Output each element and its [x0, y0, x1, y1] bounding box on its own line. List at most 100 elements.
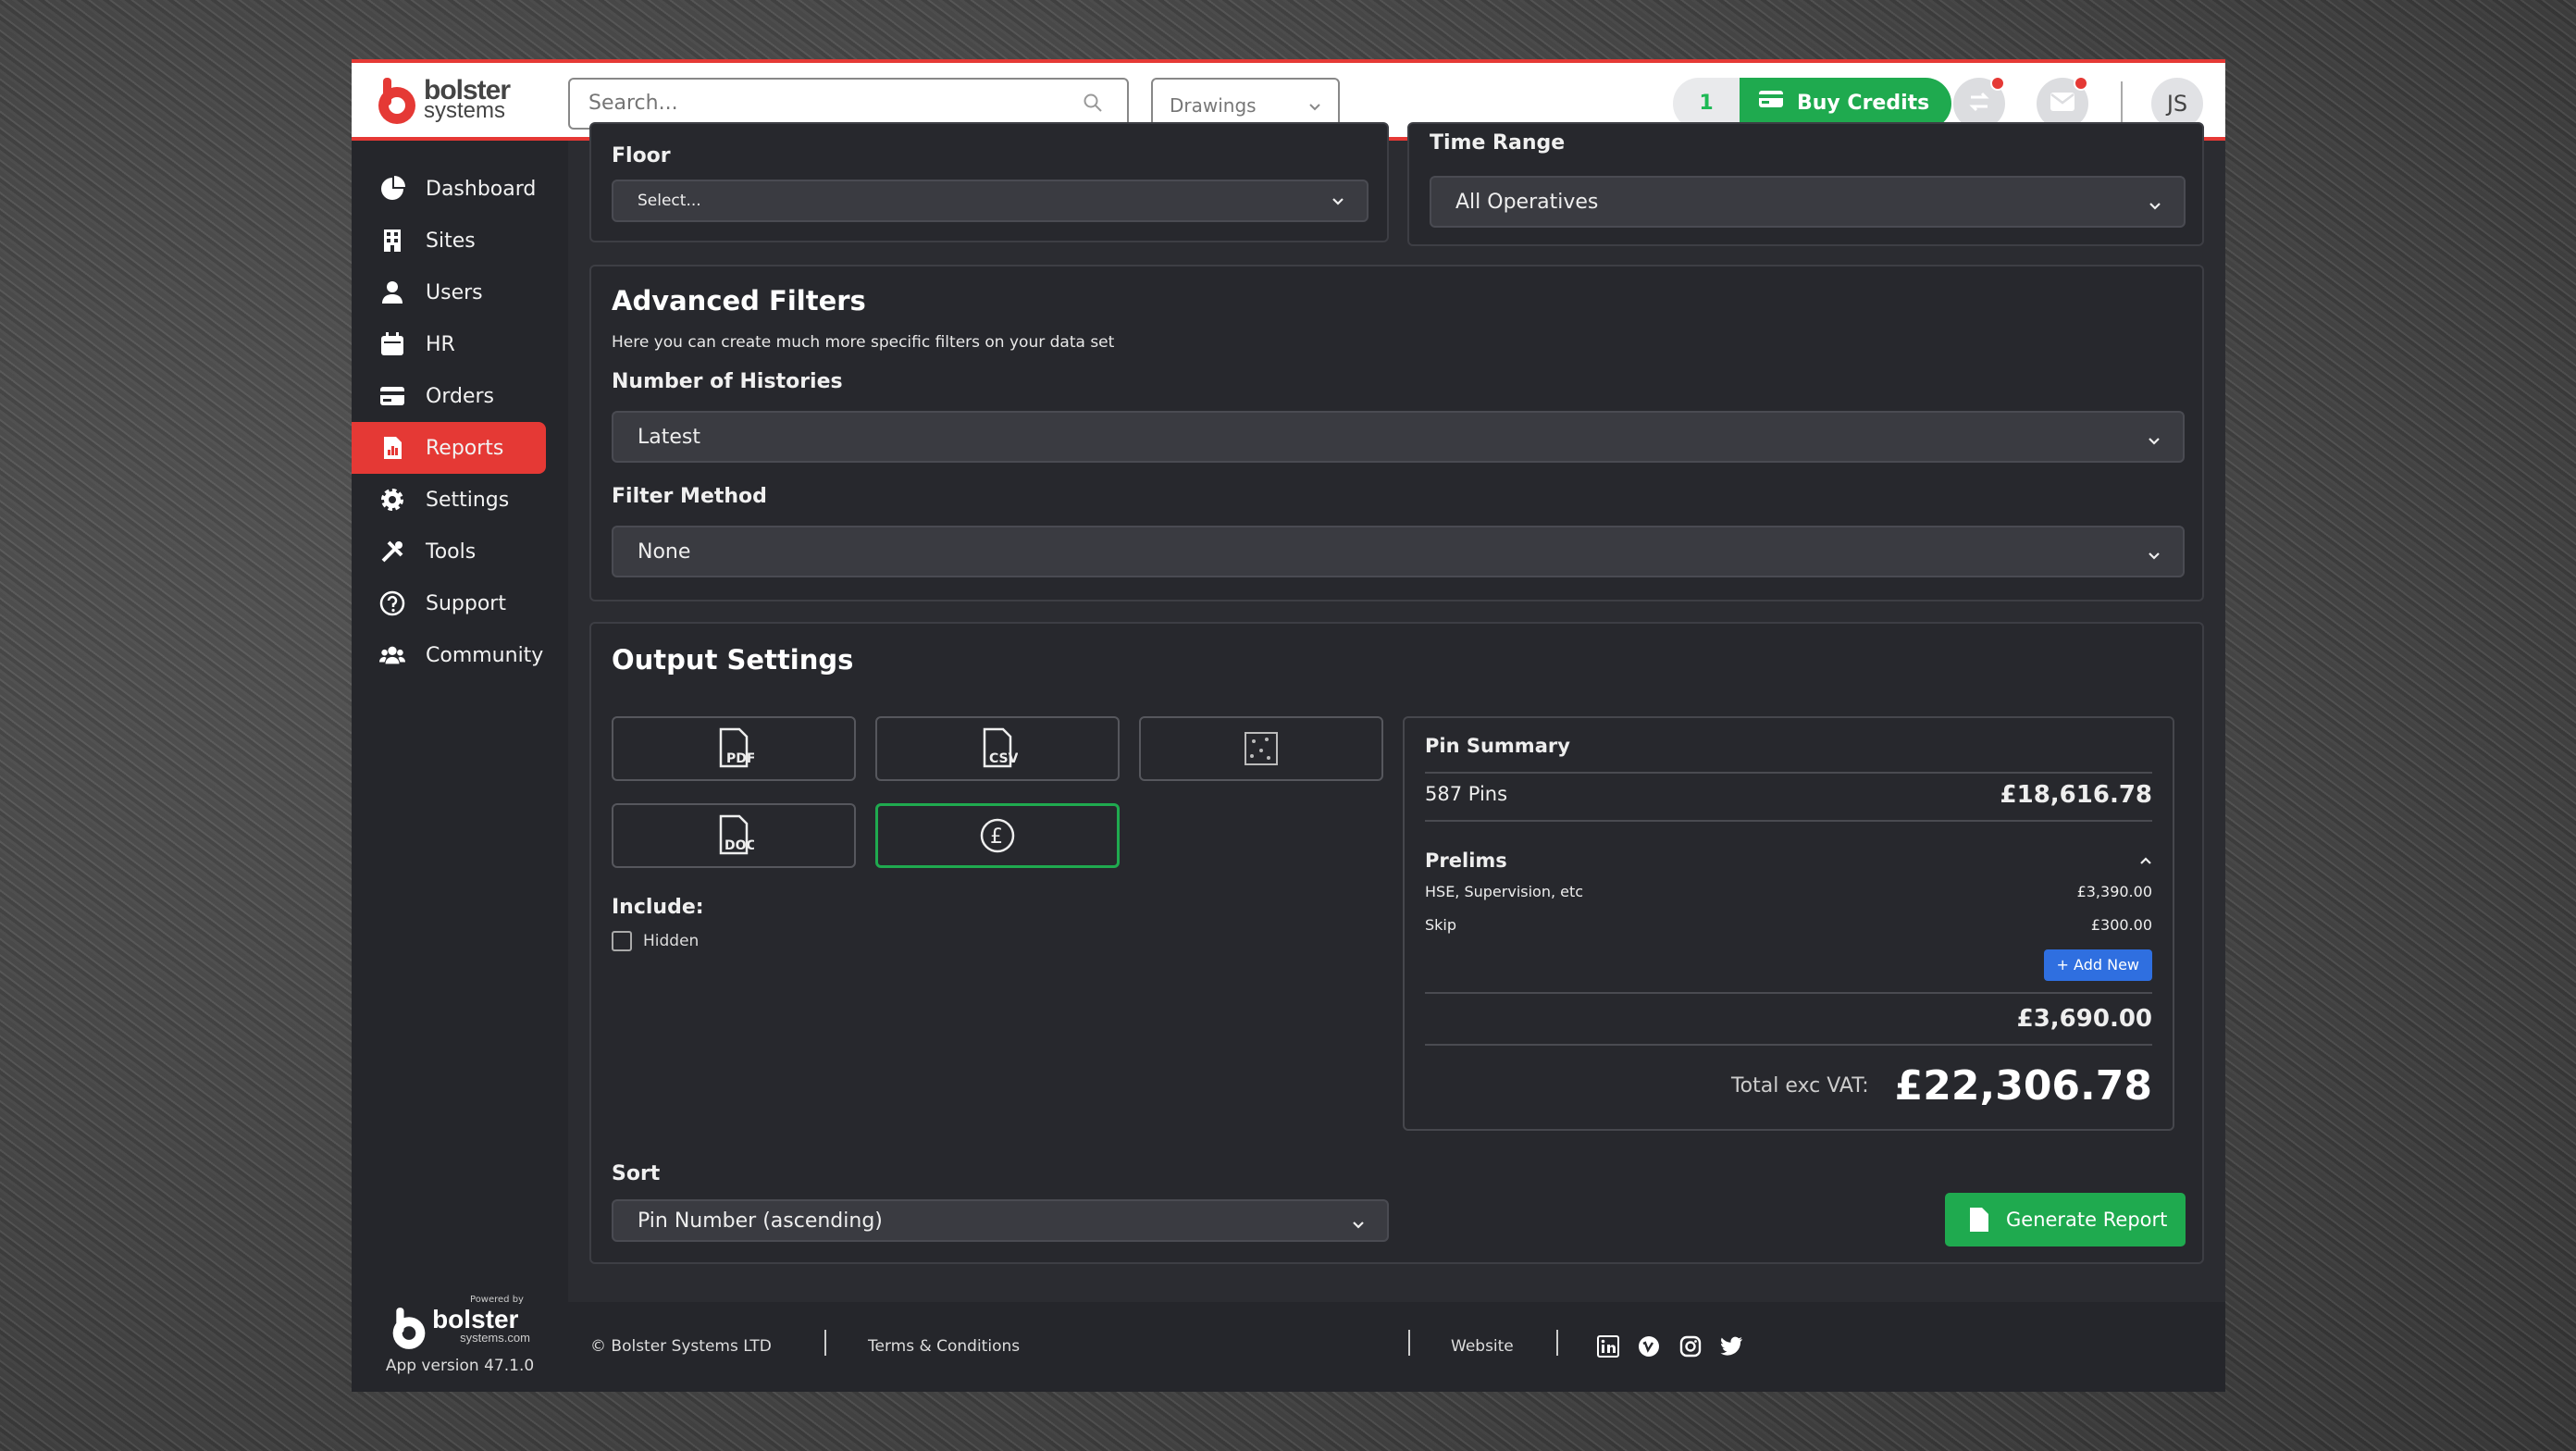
hidden-checkbox-label: Hidden [643, 932, 700, 950]
sidebar-item-support[interactable]: Support [352, 577, 546, 629]
instagram-icon[interactable] [1679, 1335, 1702, 1362]
powered-domain: systems.com [460, 1331, 530, 1345]
footer: © Bolster Systems LTD Terms & Conditions… [568, 1302, 2225, 1392]
powered-by: Powered by bolster systems.com App versi… [352, 1295, 568, 1375]
sidebar-item-community[interactable]: Community [352, 629, 546, 681]
powered-by-label: Powered by [470, 1295, 524, 1305]
advanced-filters-title: Advanced Filters [612, 285, 866, 316]
chevron-up-icon[interactable] [1425, 853, 2152, 871]
footer-copyright: © Bolster Systems LTD [590, 1337, 772, 1356]
sidebar-item-dashboard[interactable]: Dashboard [352, 163, 546, 215]
format-pricing-button[interactable]: £ [875, 803, 1120, 868]
divider [1425, 772, 2152, 774]
sidebar-item-reports[interactable]: Reports [352, 422, 546, 474]
powered-name: bolster [432, 1305, 519, 1333]
sidebar: Dashboard Sites Users HR Orders Reports … [352, 141, 568, 1392]
pdf-format-label: PDF [726, 751, 754, 766]
filter-method-select-value: None [638, 539, 691, 564]
output-settings-card: Output Settings PDF CSV DOC £ Include: H… [589, 622, 2204, 1264]
linkedin-icon[interactable] [1597, 1335, 1619, 1362]
sort-select-value: Pin Number (ascending) [638, 1209, 883, 1233]
notification-dot [1990, 76, 2005, 91]
sidebar-item-tools[interactable]: Tools [352, 526, 546, 577]
search-input[interactable] [570, 80, 1051, 126]
sidebar-item-label: Sites [426, 229, 476, 253]
format-doc-button[interactable]: DOC [612, 803, 856, 868]
drawings-dropdown-value: Drawings [1170, 94, 1257, 117]
bolster-logo-icon [376, 76, 418, 126]
doc-format-label: DOC [724, 838, 754, 853]
website-link[interactable]: Website [1451, 1337, 1514, 1356]
divider [1556, 1330, 1558, 1356]
chevron-down-icon [1308, 96, 1321, 118]
sidebar-item-sites[interactable]: Sites [352, 215, 546, 267]
twitter-icon[interactable] [1720, 1335, 1744, 1362]
divider [1425, 820, 2152, 822]
building-icon [384, 229, 401, 252]
pdf-file-icon: PDF [719, 727, 754, 768]
sidebar-item-label: HR [426, 332, 455, 356]
sidebar-item-label: Support [426, 591, 506, 615]
transfer-icon [1965, 88, 1993, 119]
divider [824, 1330, 826, 1356]
format-pdf-button[interactable]: PDF [612, 716, 856, 781]
pie-chart-icon [381, 176, 405, 200]
pin-summary-title: Pin Summary [1425, 735, 1570, 757]
chevron-down-icon [2148, 545, 2161, 568]
include-label: Include: [612, 896, 704, 919]
app-window: bolster systems Drawings 1 Buy Credits J… [352, 59, 2225, 1392]
sort-select[interactable]: Pin Number (ascending) [612, 1199, 1389, 1242]
report-icon [384, 437, 402, 459]
divider [2121, 81, 2123, 128]
csv-format-label: CSV [989, 751, 1018, 766]
format-csv-button[interactable]: CSV [875, 716, 1120, 781]
chevron-down-icon [1331, 194, 1344, 213]
sidebar-item-settings[interactable]: Settings [352, 474, 546, 526]
sidebar-item-label: Settings [426, 488, 510, 512]
file-icon [1970, 1208, 1988, 1232]
hidden-checkbox[interactable] [612, 931, 632, 951]
time-range-select[interactable]: All Operatives [1430, 176, 2186, 228]
pins-total: £18,616.78 [2000, 781, 2152, 809]
sidebar-item-hr[interactable]: HR [352, 318, 546, 370]
gear-icon [381, 489, 403, 511]
doc-file-icon: DOC [719, 814, 754, 855]
add-new-prelim-button[interactable]: + Add New [2043, 949, 2152, 981]
total-value: £22,306.78 [1894, 1062, 2152, 1110]
vimeo-icon[interactable] [1638, 1335, 1660, 1362]
sidebar-item-label: Users [426, 280, 483, 304]
advanced-filters-subtitle: Here you can create much more specific f… [612, 333, 1115, 352]
divider [1425, 992, 2152, 994]
histories-select[interactable]: Latest [612, 411, 2185, 463]
hidden-checkbox-row[interactable]: Hidden [612, 931, 699, 951]
time-range-card: Time Range All Operatives [1407, 122, 2204, 246]
notification-dot [2074, 76, 2088, 91]
prelims-total: £3,690.00 [2016, 1005, 2152, 1033]
sidebar-item-users[interactable]: Users [352, 267, 546, 318]
total-row: Total exc VAT: £22,306.78 [1425, 1062, 2152, 1110]
main-content: Floor Select... Time Range All Operative… [568, 122, 2225, 1392]
sidebar-item-orders[interactable]: Orders [352, 370, 546, 422]
terms-link[interactable]: Terms & Conditions [868, 1337, 1020, 1356]
prelim-item-amount: £300.00 [2090, 916, 2152, 934]
generate-report-button[interactable]: Generate Report [1945, 1193, 2186, 1246]
app-version: App version 47.1.0 [385, 1357, 535, 1375]
format-drawing-button[interactable] [1139, 716, 1383, 781]
floor-card: Floor Select... [589, 122, 1389, 242]
floor-select-value: Select... [638, 192, 701, 210]
histories-label: Number of Histories [612, 370, 843, 393]
filter-method-select[interactable]: None [612, 526, 2185, 577]
sidebar-item-label: Tools [426, 539, 477, 564]
user-icon [382, 281, 402, 304]
chevron-down-icon [1352, 1214, 1365, 1237]
tools-icon [381, 540, 403, 563]
floor-label: Floor [612, 144, 671, 167]
floor-select[interactable]: Select... [612, 180, 1368, 222]
search-icon[interactable] [1083, 93, 1103, 117]
output-settings-title: Output Settings [612, 644, 854, 676]
bolster-logo-small-icon [392, 1308, 426, 1349]
divider [1408, 1330, 1410, 1356]
chevron-down-icon [2149, 195, 2161, 218]
bolster-logo[interactable]: bolster systems [376, 76, 511, 126]
card-icon [380, 387, 404, 405]
